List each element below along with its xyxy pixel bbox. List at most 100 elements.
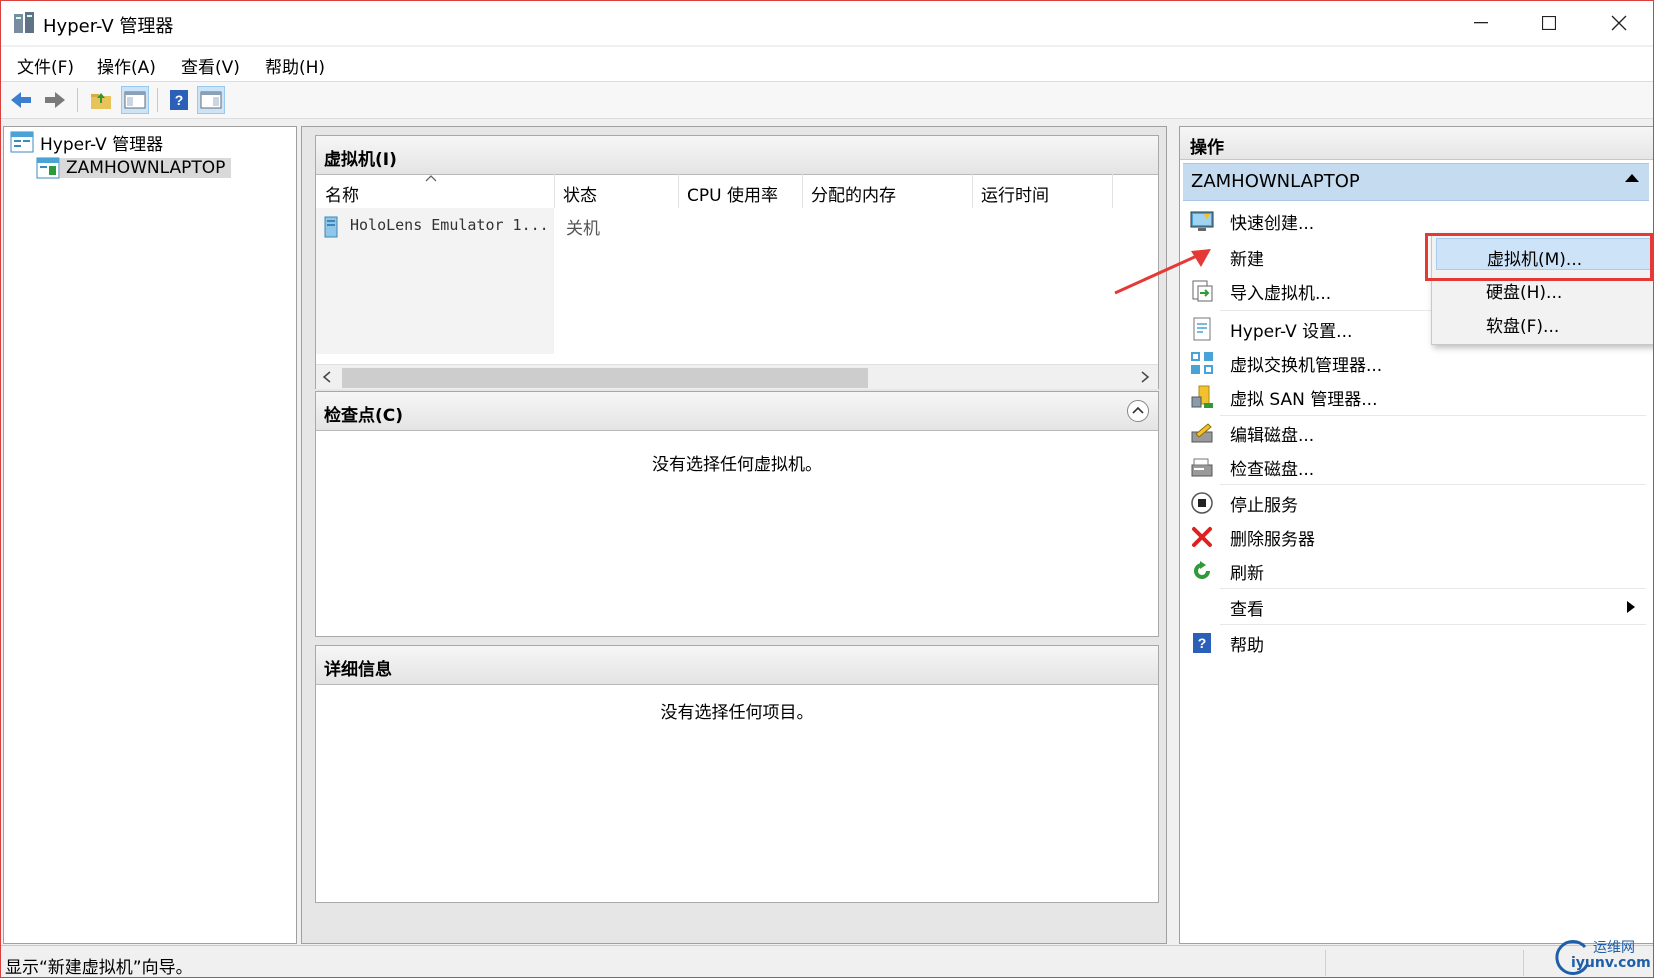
watermark-logo: 运维网 iyunv.com xyxy=(1551,935,1653,977)
checkpoint-empty-message: 没有选择任何虚拟机。 xyxy=(652,455,822,475)
vm-pane: 虚拟机(I) 名称 状态 CPU 使用率 分配的内存 运行时间 HoloLens… xyxy=(315,135,1159,389)
server-icon xyxy=(36,157,60,179)
settings-page-icon xyxy=(1193,317,1211,341)
center-panel: 虚拟机(I) 名称 状态 CPU 使用率 分配的内存 运行时间 HoloLens… xyxy=(301,126,1167,944)
sort-ascending-icon xyxy=(425,175,437,182)
column-state[interactable]: 状态 xyxy=(554,174,679,208)
forward-button[interactable] xyxy=(41,86,69,114)
navigation-tree: Hyper-V 管理器 ZAMHOWNLAPTOP xyxy=(3,126,297,944)
refresh-icon xyxy=(1194,561,1210,579)
menu-bar: 文件(F) 操作(A) 查看(V) 帮助(H) xyxy=(1,47,1653,81)
action-help[interactable]: ? 帮助 xyxy=(1180,625,1650,661)
action-virtual-san-manager[interactable]: 虚拟 SAN 管理器... xyxy=(1180,379,1650,415)
action-remove-server[interactable]: 删除服务器 xyxy=(1180,519,1650,555)
hyperv-manager-icon xyxy=(10,131,34,153)
checkpoint-pane-title: 检查点(C) xyxy=(324,406,404,426)
action-remove-server-label: 删除服务器 xyxy=(1230,530,1315,550)
status-divider xyxy=(1523,950,1524,976)
status-text: 显示“新建虚拟机”向导。 xyxy=(5,958,193,978)
action-virtual-switch-label: 虚拟交换机管理器... xyxy=(1230,356,1383,376)
window-title: Hyper-V 管理器 xyxy=(43,16,174,37)
menu-action[interactable]: 操作(A) xyxy=(97,53,156,78)
collapse-icon[interactable] xyxy=(1126,399,1150,423)
up-level-button[interactable] xyxy=(87,86,115,114)
toolbar: ? xyxy=(1,81,1653,119)
show-actions-button[interactable] xyxy=(197,86,225,114)
action-refresh[interactable]: 刷新 xyxy=(1180,553,1650,589)
details-pane-title: 详细信息 xyxy=(324,660,392,680)
vm-row[interactable]: HoloLens Emulator 1... xyxy=(316,208,554,354)
back-arrow-icon xyxy=(11,92,31,108)
show-tree-icon xyxy=(124,91,146,109)
highlight-box xyxy=(1425,233,1653,281)
details-empty-message: 没有选择任何项目。 xyxy=(660,703,814,723)
tree-root-label: Hyper-V 管理器 xyxy=(40,134,164,155)
column-uptime-label: 运行时间 xyxy=(981,186,1049,206)
column-memory[interactable]: 分配的内存 xyxy=(802,174,973,208)
menu-help[interactable]: 帮助(H) xyxy=(265,53,325,78)
action-view-label: 查看 xyxy=(1230,600,1264,620)
forward-arrow-icon xyxy=(45,92,65,108)
up-folder-icon xyxy=(91,93,111,109)
tree-item-root[interactable]: Hyper-V 管理器 xyxy=(10,129,169,155)
action-virtual-switch-manager[interactable]: 虚拟交换机管理器... xyxy=(1180,345,1650,381)
inspect-disk-icon xyxy=(1191,458,1213,477)
action-inspect-disk-label: 检查磁盘... xyxy=(1230,460,1315,480)
column-cpu-label: CPU 使用率 xyxy=(687,186,778,206)
action-help-label: 帮助 xyxy=(1230,636,1264,656)
annotation-arrow-icon xyxy=(1114,249,1211,295)
action-inspect-disk[interactable]: 检查磁盘... xyxy=(1180,449,1650,485)
checkpoint-pane: 检查点(C) 没有选择任何虚拟机。 xyxy=(315,391,1159,637)
action-stop-service[interactable]: 停止服务 xyxy=(1180,485,1650,521)
toolbar-separator xyxy=(157,88,158,112)
action-edit-disk[interactable]: 编辑磁盘... xyxy=(1180,415,1650,451)
minimize-button[interactable] xyxy=(1447,1,1515,45)
vm-state: 关机 xyxy=(566,219,600,239)
vm-name: HoloLens Emulator 1... xyxy=(350,216,549,234)
tree-server-label: ZAMHOWNLAPTOP xyxy=(60,158,232,178)
action-edit-disk-label: 编辑磁盘... xyxy=(1230,426,1315,446)
minimize-icon xyxy=(1474,22,1488,24)
action-hyperv-settings-label: Hyper-V 设置... xyxy=(1230,322,1353,342)
menu-file[interactable]: 文件(F) xyxy=(17,53,74,78)
maximize-button[interactable] xyxy=(1515,1,1583,45)
hyperv-window: Hyper-V 管理器 文件(F) 操作(A) 查看(V) 帮助(H) ? Hy… xyxy=(0,0,1654,978)
collapse-caret-icon[interactable] xyxy=(1625,174,1639,182)
action-new-label: 新建 xyxy=(1230,250,1264,270)
vm-pane-header: 虚拟机(I) xyxy=(316,136,1158,175)
help-icon: ? xyxy=(1193,633,1211,653)
virtual-san-icon xyxy=(1191,385,1213,408)
action-view[interactable]: 查看 xyxy=(1180,589,1650,625)
submenu-arrow-icon xyxy=(1627,601,1635,613)
close-button[interactable] xyxy=(1585,1,1653,45)
show-actions-icon xyxy=(200,91,222,109)
column-uptime[interactable]: 运行时间 xyxy=(972,174,1113,208)
action-virtual-san-label: 虚拟 SAN 管理器... xyxy=(1230,390,1378,410)
menu-view[interactable]: 查看(V) xyxy=(181,53,240,78)
column-memory-label: 分配的内存 xyxy=(811,186,896,206)
back-button[interactable] xyxy=(7,86,35,114)
quick-create-icon xyxy=(1190,211,1214,231)
actions-section-server[interactable]: ZAMHOWNLAPTOP xyxy=(1183,163,1649,201)
column-name-label: 名称 xyxy=(325,186,359,206)
watermark-en: iyunv.com xyxy=(1571,955,1651,971)
virtual-switch-icon xyxy=(1191,352,1213,374)
help-button[interactable]: ? xyxy=(165,86,193,114)
edit-disk-icon xyxy=(1191,423,1213,443)
close-icon xyxy=(1611,15,1627,31)
tree-item-server[interactable]: ZAMHOWNLAPTOP xyxy=(36,155,232,181)
submenu-floppy-disk[interactable]: 软盘(F)... xyxy=(1436,306,1652,338)
horizontal-scrollbar[interactable] xyxy=(316,364,1158,389)
status-bar: 显示“新建虚拟机”向导。 xyxy=(1,945,1653,978)
details-pane: 详细信息 没有选择任何项目。 xyxy=(315,645,1159,903)
action-refresh-label: 刷新 xyxy=(1230,564,1264,584)
title-bar: Hyper-V 管理器 xyxy=(1,1,1653,45)
submenu-floppy-disk-label: 软盘(F)... xyxy=(1486,317,1560,337)
scrollbar-thumb[interactable] xyxy=(342,368,868,388)
scroll-right-icon[interactable] xyxy=(1140,371,1150,383)
scroll-left-icon[interactable] xyxy=(322,371,332,383)
column-cpu[interactable]: CPU 使用率 xyxy=(678,174,803,208)
column-name[interactable]: 名称 xyxy=(316,174,555,208)
show-tree-button[interactable] xyxy=(121,86,149,114)
submenu-hard-disk-label: 硬盘(H)... xyxy=(1486,283,1563,303)
